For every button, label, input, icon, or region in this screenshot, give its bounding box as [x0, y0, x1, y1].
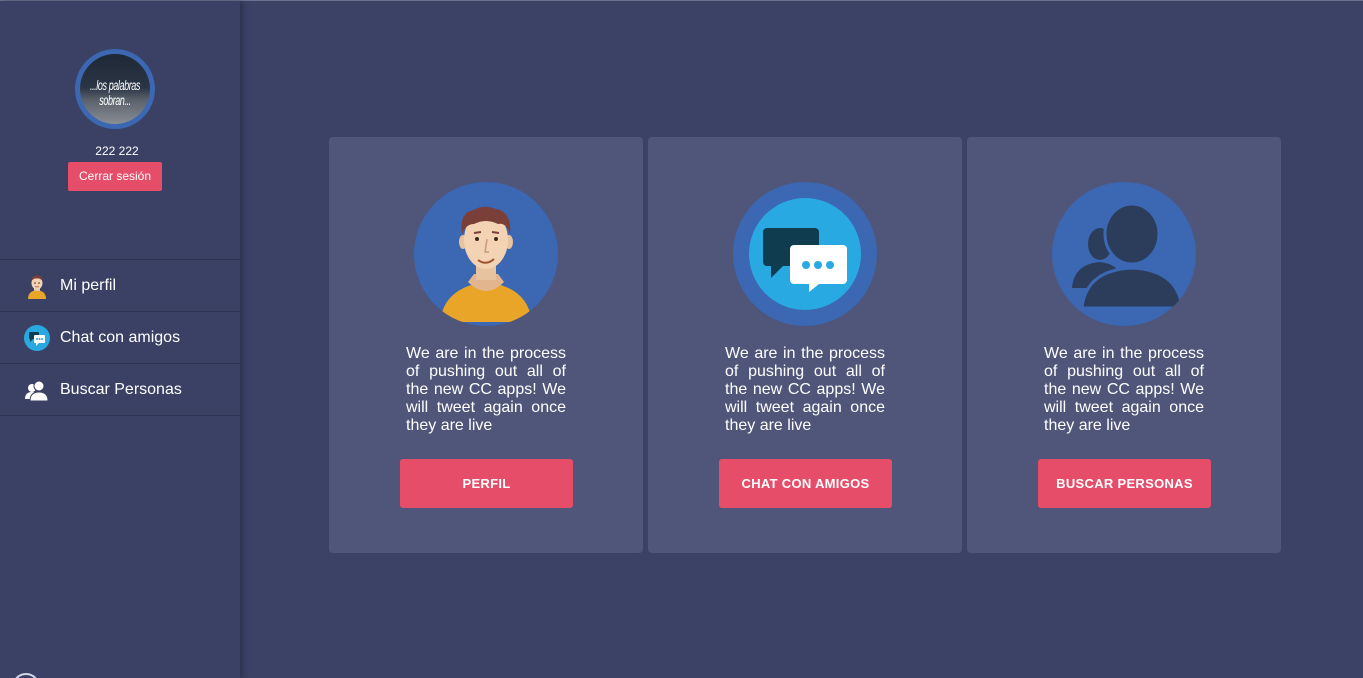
app-window: ...los palabras sobran... 222 222 Cerrar… [0, 0, 1363, 678]
chat-con-amigos-button[interactable]: CHAT CON AMIGOS [719, 459, 892, 508]
sidebar-item-chat-con-amigos[interactable]: Chat con amigos [0, 312, 240, 364]
user-face-icon [414, 182, 558, 326]
logout-button[interactable]: Cerrar sesión [68, 162, 162, 191]
chat-bubbles-icon [733, 182, 877, 326]
avatar[interactable]: ...los palabras sobran... [75, 49, 155, 129]
chat-bubbles-icon [24, 324, 50, 351]
card-description: We are in the process of pushing out all… [406, 345, 566, 434]
sidebar-item-mi-perfil[interactable]: Mi perfil [0, 260, 240, 312]
card-description: We are in the process of pushing out all… [1044, 345, 1204, 434]
sidebar-item-label: Chat con amigos [60, 328, 181, 346]
sidebar-item-label: Mi perfil [60, 276, 117, 294]
people-icon [1052, 182, 1196, 326]
username: 222 222 [95, 144, 139, 158]
sidebar-nav: Mi perfil Chat con amigos Buscar Persona… [0, 259, 240, 416]
sidebar-item-label: Buscar Personas [60, 380, 182, 398]
card-description: We are in the process of pushing out all… [725, 345, 885, 434]
bottom-avatar-icon[interactable] [12, 673, 40, 678]
people-icon [25, 380, 49, 401]
sidebar-item-buscar-personas[interactable]: Buscar Personas [0, 364, 240, 416]
buscar-personas-button[interactable]: BUSCAR PERSONAS [1038, 459, 1211, 508]
avatar-caption: ...los palabras sobran... [89, 78, 141, 108]
user-face-icon [28, 274, 46, 299]
sidebar: ...los palabras sobran... 222 222 Cerrar… [0, 1, 240, 678]
card-chat: We are in the process of pushing out all… [648, 137, 962, 553]
card-buscar: We are in the process of pushing out all… [967, 137, 1281, 553]
perfil-button[interactable]: PERFIL [400, 459, 573, 508]
card-perfil: We are in the process of pushing out all… [329, 137, 643, 553]
avatar-image: ...los palabras sobran... [80, 54, 150, 124]
